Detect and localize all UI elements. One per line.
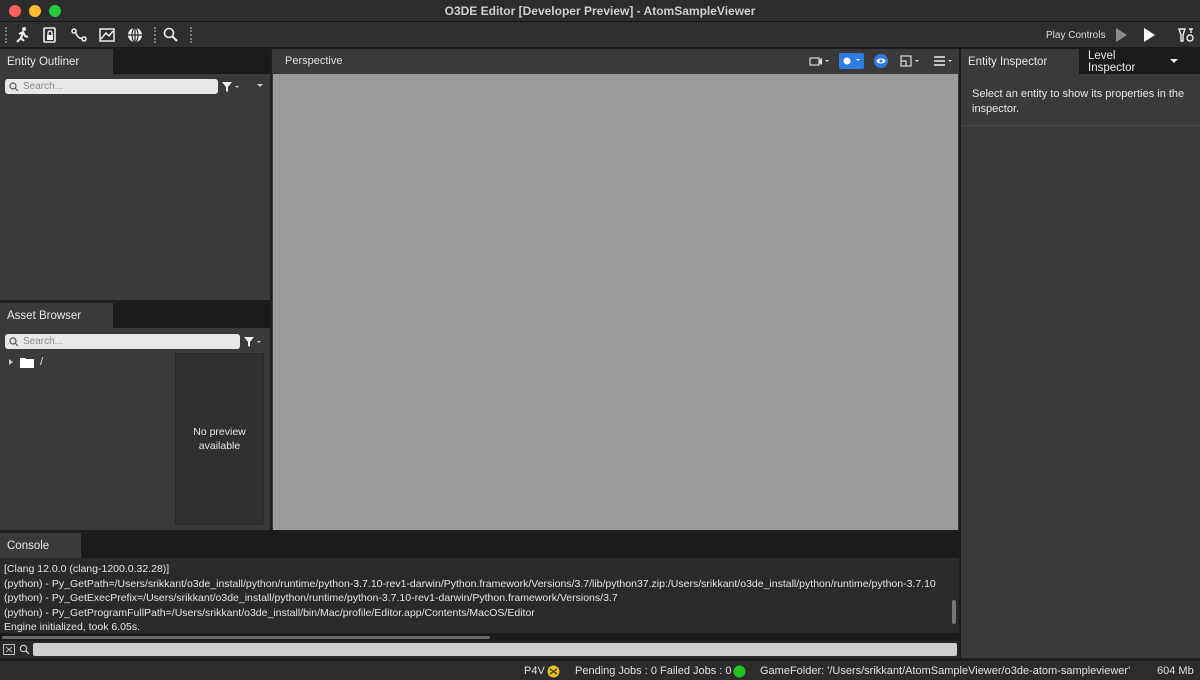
p4v-label: P4V	[524, 665, 545, 677]
chevron-down-icon[interactable]	[256, 83, 264, 89]
folder-icon	[20, 357, 34, 368]
console-line: (python) - Py_GetProgramFullPath=/Users/…	[4, 606, 535, 619]
game-folder-label: GameFolder: '/Users/srikkant/AtomSampleV…	[760, 665, 1131, 677]
console-horizontal-scrollbar[interactable]	[2, 636, 490, 639]
console-line: (python) - Py_GetPath=/Users/srikkant/o3…	[4, 577, 936, 590]
pending-jobs-label: Pending Jobs : 0	[575, 665, 657, 677]
title-bar: O3DE Editor [Developer Preview] - AtomSa…	[0, 0, 1200, 22]
run-mode-icon[interactable]	[13, 26, 31, 44]
memory-usage-label: 604 Mb	[1157, 665, 1194, 677]
entity-outliner-panel: Entity Outliner Search...	[0, 49, 270, 300]
chevron-right-icon[interactable]	[8, 358, 14, 366]
play-game-icon[interactable]	[1140, 26, 1158, 44]
inspector-empty-message: Select an entity to show its properties …	[972, 87, 1192, 117]
hamburger-menu-icon[interactable]	[933, 55, 955, 67]
tab-label: Asset Browser	[7, 309, 82, 322]
tab-label: Console	[7, 539, 50, 552]
game-settings-icon[interactable]	[1177, 26, 1195, 44]
lock-document-icon[interactable]	[41, 26, 59, 44]
play-controls-label: Play Controls	[1046, 30, 1106, 41]
window-controls	[9, 5, 61, 17]
tab-entity-outliner[interactable]: Entity Outliner	[0, 49, 113, 74]
entity-search-input[interactable]: Search...	[5, 79, 218, 94]
status-ok-icon	[733, 665, 746, 678]
inspector-message-line: inspector.	[972, 103, 1020, 115]
curve-editor-icon[interactable]	[70, 26, 88, 44]
minimize-window-button[interactable]	[29, 5, 41, 17]
search-icon[interactable]	[19, 644, 30, 655]
asset-preview-pane: No preview available	[175, 353, 264, 525]
tab-asset-browser[interactable]: Asset Browser	[0, 303, 113, 328]
search-placeholder: Search...	[23, 81, 64, 92]
debug-render-button[interactable]	[839, 53, 864, 69]
toolbar-separator	[190, 27, 192, 43]
play-simulation-icon[interactable]	[1112, 26, 1130, 44]
asset-search-input[interactable]: Search...	[5, 334, 240, 349]
status-bar: P4V Pending Jobs : 0 Failed Jobs : 0 Gam…	[0, 660, 1200, 680]
asset-browser-panel: Asset Browser Search... / No preview ava…	[0, 303, 270, 530]
search-icon[interactable]	[162, 26, 180, 44]
tree-root-label: /	[40, 356, 44, 368]
tab-console[interactable]: Console	[0, 533, 81, 558]
camera-icon[interactable]	[809, 56, 831, 67]
console-vertical-scrollbar[interactable]	[952, 600, 956, 624]
layout-icon[interactable]	[900, 55, 922, 67]
console-input-row	[0, 641, 959, 658]
viewport-title: Perspective	[285, 55, 343, 67]
toolbar-separator	[154, 27, 156, 43]
viewport-header: Perspective	[272, 49, 959, 74]
tab-level-inspector[interactable]: Level Inspector	[1081, 49, 1169, 74]
chevron-down-icon[interactable]	[1169, 58, 1179, 65]
inspector-panel: Entity Inspector Level Inspector Select …	[961, 49, 1200, 658]
failed-jobs-label: Failed Jobs : 0	[660, 665, 732, 677]
maximize-window-button[interactable]	[49, 5, 61, 17]
search-placeholder: Search...	[23, 336, 64, 347]
tab-label: Level Inspector	[1088, 49, 1136, 74]
preview-text: available	[198, 440, 241, 452]
console-panel: Console [Clang 12.0.0 (clang-1200.0.32.2…	[0, 533, 959, 658]
search-icon	[9, 336, 19, 346]
tab-label: Entity Outliner	[7, 55, 80, 68]
toolbar-grip[interactable]	[5, 27, 7, 43]
asset-browser-tabbar: Asset Browser	[0, 303, 270, 328]
filter-icon[interactable]	[221, 81, 241, 93]
inspector-message-line: Select an entity to show its properties …	[972, 88, 1185, 100]
inspector-tabbar: Entity Inspector Level Inspector	[961, 49, 1200, 74]
console-log[interactable]: [Clang 12.0.0 (clang-1200.0.32.28)] (pyt…	[0, 558, 959, 633]
search-icon	[9, 81, 19, 91]
preview-text: No preview	[193, 426, 246, 438]
divider	[961, 125, 1200, 126]
entity-outliner-tabbar: Entity Outliner	[0, 49, 270, 74]
console-line: [Clang 12.0.0 (clang-1200.0.32.28)]	[4, 563, 170, 575]
visibility-eye-icon[interactable]	[873, 53, 889, 69]
bug-icon	[843, 57, 860, 65]
terrain-image-icon[interactable]	[98, 26, 116, 44]
tab-label: Entity Inspector	[968, 55, 1048, 68]
console-command-input[interactable]	[33, 643, 957, 656]
viewport-render-area[interactable]	[273, 74, 958, 530]
clear-console-icon[interactable]	[3, 644, 15, 655]
console-line: Engine initialized, took 6.05s.	[4, 621, 141, 633]
main-toolbar: Play Controls	[0, 22, 1200, 48]
window-title: O3DE Editor [Developer Preview] - AtomSa…	[444, 3, 756, 18]
tab-entity-inspector[interactable]: Entity Inspector	[961, 49, 1079, 74]
globe-icon[interactable]	[126, 26, 144, 44]
close-window-button[interactable]	[9, 5, 21, 17]
console-line: (python) - Py_GetExecPrefix=/Users/srikk…	[4, 592, 618, 604]
asset-tree-root[interactable]: /	[8, 356, 43, 368]
filter-icon[interactable]	[243, 336, 263, 348]
source-control-icon[interactable]	[547, 665, 560, 678]
